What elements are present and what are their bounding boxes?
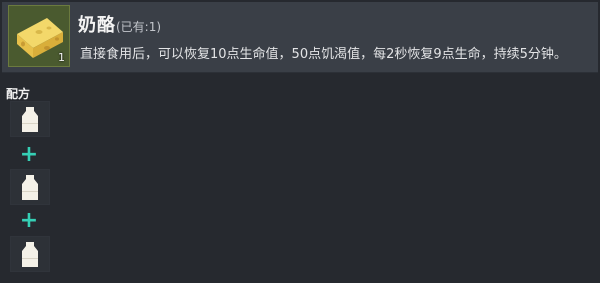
milk-bottle-icon bbox=[22, 175, 38, 200]
item-info-card: 1 奶酪(已有:1) 直接食用后，可以恢复10点生命值，50点饥渴值，每2秒恢复… bbox=[2, 2, 598, 73]
recipe-ingredient-slot[interactable] bbox=[10, 169, 50, 205]
plus-icon: + bbox=[19, 142, 39, 167]
recipe-ingredient-slot[interactable] bbox=[10, 236, 50, 272]
item-name: 奶酪 bbox=[78, 15, 116, 36]
item-quantity: 1 bbox=[58, 51, 65, 64]
milk-bottle-icon bbox=[22, 242, 38, 267]
recipe-title: 配方 bbox=[6, 87, 31, 101]
item-owned-count: (已有:1) bbox=[116, 20, 162, 34]
item-title: 奶酪(已有:1) bbox=[78, 11, 161, 37]
plus-icon: + bbox=[19, 208, 39, 233]
item-description: 直接食用后，可以恢复10点生命值，50点饥渴值，每2秒恢复9点生命，持续5分钟。 bbox=[80, 47, 567, 62]
milk-bottle-icon bbox=[22, 107, 38, 132]
item-slot[interactable]: 1 bbox=[8, 5, 70, 67]
recipe-ingredient-slot[interactable] bbox=[10, 101, 50, 137]
